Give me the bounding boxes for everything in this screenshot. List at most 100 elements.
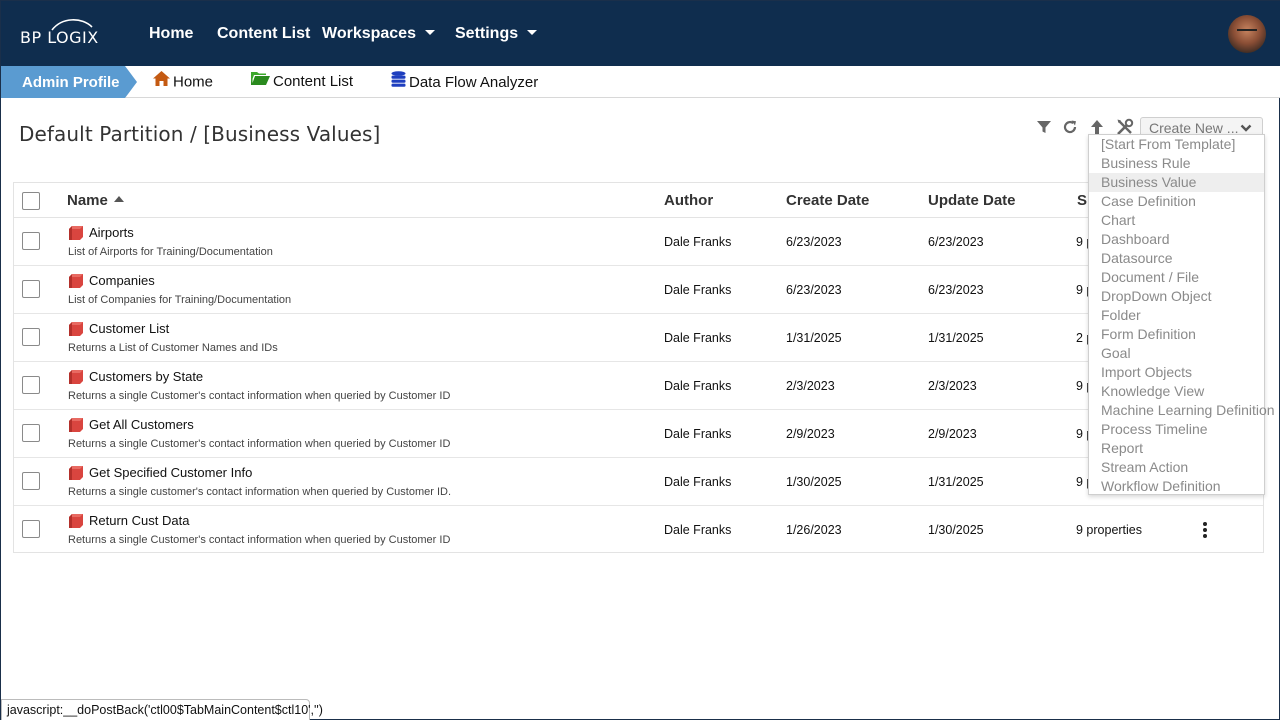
dropdown-option[interactable]: Process Timeline <box>1089 420 1264 439</box>
row-description: Returns a single Customer's contact info… <box>68 438 451 450</box>
page-title: Default Partition / [Business Values] <box>19 122 381 146</box>
row-author: Dale Franks <box>664 523 732 537</box>
nav-workspaces-label: Workspaces <box>322 25 416 42</box>
dropdown-option[interactable]: Machine Learning Definition <box>1089 401 1275 420</box>
nav-home-label: Home <box>149 25 194 42</box>
row-update-date: 2/3/2023 <box>928 379 977 393</box>
database-icon <box>391 71 406 91</box>
folder-open-icon <box>251 71 270 89</box>
dropdown-option[interactable]: Datasource <box>1089 249 1264 268</box>
table-row[interactable]: Get Specified Customer Info Returns a sin… <box>14 458 1263 506</box>
crumb-data-flow-analyzer-label: Data Flow Analyzer <box>409 73 539 91</box>
row-checkbox[interactable] <box>22 328 40 346</box>
dropdown-option[interactable]: Chart <box>1089 211 1264 230</box>
select-all-checkbox[interactable] <box>22 192 40 210</box>
table-header: Name Author Create Date Update Date Size <box>14 183 1263 218</box>
column-create-date-header[interactable]: Create Date <box>786 192 869 209</box>
dropdown-option[interactable]: Workflow Definition <box>1089 477 1264 496</box>
dropdown-option[interactable]: Import Objects <box>1089 363 1264 382</box>
dropdown-option[interactable]: Document / File <box>1089 268 1264 287</box>
row-update-date: 2/9/2023 <box>928 427 977 441</box>
row-update-date: 1/30/2025 <box>928 523 984 537</box>
dropdown-option[interactable]: Dashboard <box>1089 230 1264 249</box>
row-update-date: 1/31/2025 <box>928 331 984 345</box>
browser-status-bar: javascript:__doPostBack('ctl00$TabMainCo… <box>1 699 323 720</box>
table-row[interactable]: Customers by State Returns a single Custo… <box>14 362 1263 410</box>
row-create-date: 2/9/2023 <box>786 427 835 441</box>
row-checkbox[interactable] <box>22 424 40 442</box>
column-author-header[interactable]: Author <box>664 192 713 209</box>
row-update-date: 6/23/2023 <box>928 235 984 249</box>
nav-settings-label: Settings <box>455 25 519 42</box>
crumb-home[interactable]: Home <box>153 71 213 92</box>
nav-home[interactable]: Home <box>149 25 193 43</box>
caret-down-icon <box>424 30 435 36</box>
dropdown-option[interactable]: Case Definition <box>1089 192 1264 211</box>
row-checkbox[interactable] <box>22 280 40 298</box>
bplogix-logo[interactable]: BP LOGIX <box>20 19 104 47</box>
dropdown-option[interactable]: [Start From Template] <box>1089 135 1264 154</box>
refresh-icon[interactable] <box>1061 118 1079 136</box>
dropdown-option[interactable]: Business Rule <box>1089 154 1264 173</box>
dropdown-option[interactable]: DropDown Object <box>1089 287 1264 306</box>
table-row[interactable]: Airports List of Airports for Training/Do… <box>14 218 1263 266</box>
nav-settings[interactable]: Settings <box>455 25 538 43</box>
sort-ascending-icon <box>113 196 124 203</box>
row-name-link[interactable]: Customers by State <box>89 369 203 384</box>
business-value-icon <box>68 321 84 342</box>
dropdown-option[interactable]: Stream Action <box>1089 458 1264 477</box>
row-name-link[interactable]: Get All Customers <box>89 417 194 432</box>
table-row[interactable]: Get All Customers Returns a single Custom… <box>14 410 1263 458</box>
column-update-date-header[interactable]: Update Date <box>928 192 1016 209</box>
dropdown-option[interactable]: Goal <box>1089 344 1264 363</box>
create-new-dropdown-menu: [Start From Template] Business Rule Busine… <box>1088 134 1275 496</box>
row-name-link[interactable]: Return Cust Data <box>89 513 189 528</box>
nav-content-list[interactable]: Content List <box>217 25 310 43</box>
dropdown-option[interactable]: Folder <box>1089 306 1264 325</box>
row-create-date: 1/26/2023 <box>786 523 842 537</box>
nav-workspaces[interactable]: Workspaces <box>322 25 435 43</box>
row-actions-kebab-icon[interactable] <box>1202 522 1208 538</box>
row-author: Dale Franks <box>664 427 732 441</box>
column-name-header[interactable]: Name <box>67 192 124 209</box>
crumb-content-list[interactable]: Content List <box>251 71 353 91</box>
filter-icon[interactable] <box>1035 118 1053 136</box>
table-row[interactable]: Customer List Returns a List of Customer … <box>14 314 1263 362</box>
dropdown-option[interactable]: Business Value <box>1089 173 1264 192</box>
row-author: Dale Franks <box>664 235 732 249</box>
row-create-date: 6/23/2023 <box>786 235 842 249</box>
admin-profile-label: Admin Profile <box>22 74 120 91</box>
row-name-link[interactable]: Companies <box>89 273 155 288</box>
chevron-down-icon <box>1240 124 1252 132</box>
dropdown-option[interactable]: Knowledge View <box>1089 382 1264 401</box>
table-row[interactable]: Companies List of Companies for Training/… <box>14 266 1263 314</box>
table-row[interactable]: Return Cust Data Returns a single Custome… <box>14 506 1263 554</box>
row-name-link[interactable]: Airports <box>89 225 134 240</box>
row-update-date: 6/23/2023 <box>928 283 984 297</box>
business-value-icon <box>68 513 84 534</box>
row-description: Returns a single Customer's contact info… <box>68 534 451 546</box>
business-values-table: Name Author Create Date Update Date Size… <box>13 182 1264 553</box>
row-size: 9 properties <box>1076 523 1143 537</box>
row-name-link[interactable]: Get Specified Customer Info <box>89 465 252 480</box>
crumb-data-flow-analyzer[interactable]: Data Flow Analyzer <box>391 71 539 93</box>
row-author: Dale Franks <box>664 283 732 297</box>
user-avatar[interactable] <box>1228 15 1266 53</box>
dropdown-option[interactable]: Report <box>1089 439 1264 458</box>
business-value-icon <box>68 369 84 390</box>
row-description: List of Airports for Training/Documentat… <box>68 246 273 258</box>
admin-profile-tab[interactable]: Admin Profile <box>1 66 137 98</box>
row-create-date: 2/3/2023 <box>786 379 835 393</box>
row-checkbox[interactable] <box>22 376 40 394</box>
row-create-date: 6/23/2023 <box>786 283 842 297</box>
row-description: Returns a single Customer's contact info… <box>68 390 451 402</box>
row-author: Dale Franks <box>664 379 732 393</box>
row-checkbox[interactable] <box>22 232 40 250</box>
business-value-icon <box>68 225 84 246</box>
row-update-date: 1/31/2025 <box>928 475 984 489</box>
row-checkbox[interactable] <box>22 520 40 538</box>
row-checkbox[interactable] <box>22 472 40 490</box>
row-create-date: 1/30/2025 <box>786 475 842 489</box>
dropdown-option[interactable]: Form Definition <box>1089 325 1264 344</box>
row-name-link[interactable]: Customer List <box>89 321 169 336</box>
